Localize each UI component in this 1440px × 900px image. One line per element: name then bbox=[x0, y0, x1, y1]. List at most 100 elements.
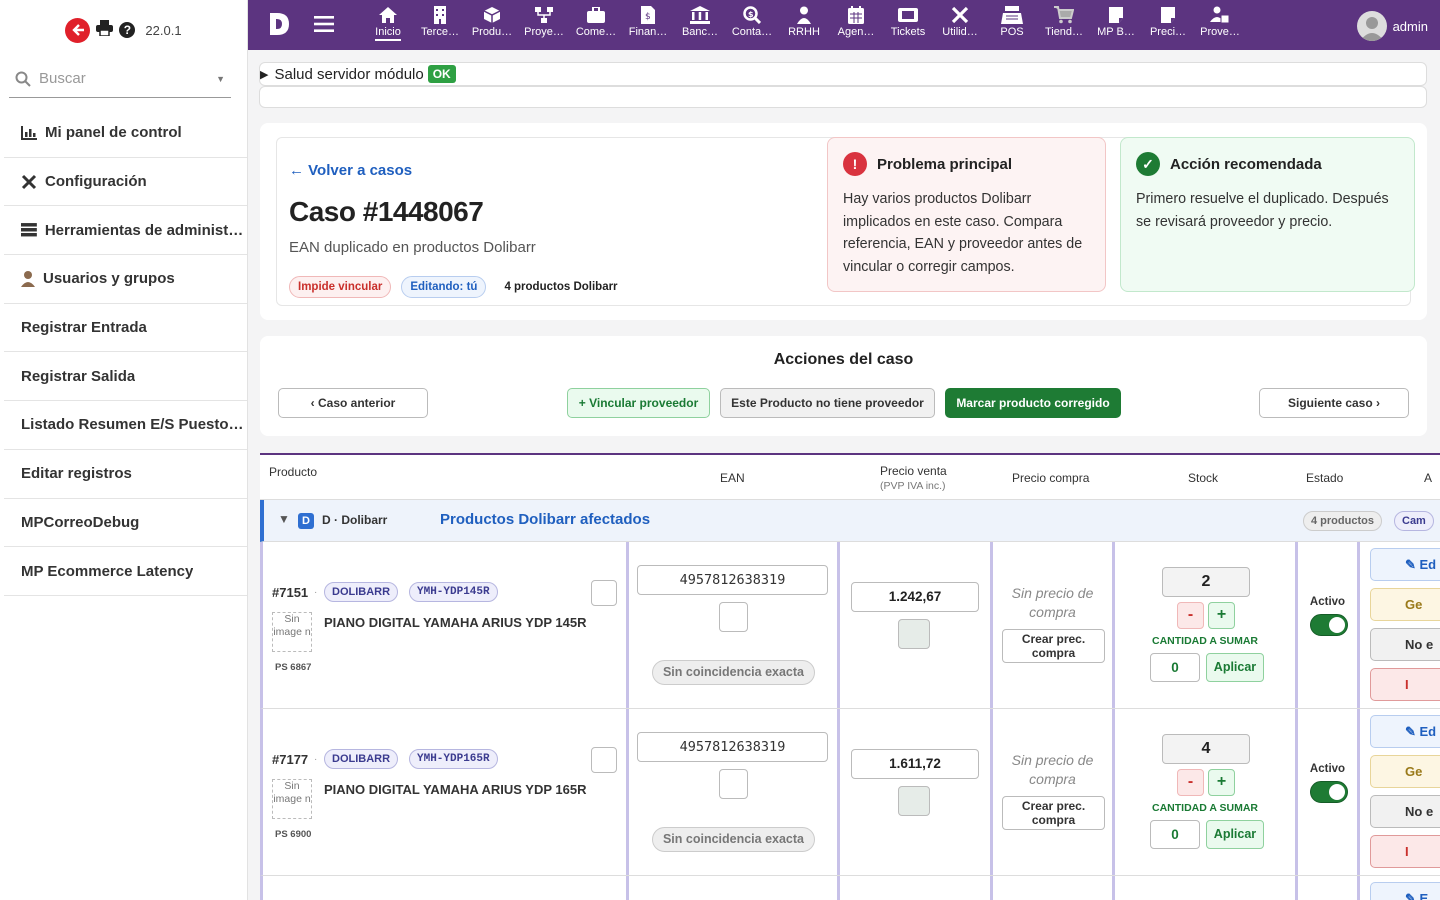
print-icon[interactable] bbox=[96, 19, 114, 41]
nav-financiera[interactable]: $ Finan… bbox=[622, 0, 674, 50]
sidebar-item-editar[interactable]: Editar registros bbox=[4, 450, 247, 499]
sidebar-item-users[interactable]: Usuarios y grupos bbox=[4, 255, 247, 304]
prev-case-button[interactable]: ‹ Caso anterior bbox=[278, 388, 428, 418]
active-toggle[interactable] bbox=[1310, 781, 1348, 803]
stock-minus-button[interactable]: - bbox=[1177, 769, 1204, 796]
copy-icon[interactable] bbox=[591, 747, 617, 773]
nav-tienda[interactable]: Tiend… bbox=[1038, 0, 1090, 50]
sidebar-item-ecommerce-latency[interactable]: MP Ecommerce Latency bbox=[4, 547, 247, 596]
stock-plus-button[interactable]: + bbox=[1208, 602, 1235, 629]
sidebar-item-admin-tools[interactable]: Herramientas de administr… bbox=[4, 206, 247, 256]
delete-button[interactable]: I bbox=[1370, 668, 1440, 701]
qty-input[interactable]: 0 bbox=[1150, 653, 1200, 682]
nav-mp-b[interactable]: MP B… bbox=[1090, 0, 1142, 50]
sale-price-input[interactable]: 1.242,67 bbox=[851, 582, 979, 612]
mark-fixed-button[interactable]: Marcar producto corregido bbox=[945, 388, 1121, 418]
expand-triangle-icon[interactable]: ▶ bbox=[260, 68, 268, 81]
product-id[interactable]: #7151 bbox=[272, 585, 308, 600]
apply-button[interactable]: Aplicar bbox=[1206, 653, 1264, 682]
stock-minus-button[interactable]: - bbox=[1177, 602, 1204, 629]
building-icon bbox=[434, 6, 446, 24]
sidebar-item-label: Editar registros bbox=[21, 465, 132, 483]
sidebar-item-dashboard[interactable]: Mi panel de control bbox=[4, 109, 247, 158]
manage-button[interactable]: Ge bbox=[1370, 755, 1440, 788]
svg-text:$: $ bbox=[748, 10, 754, 19]
cell-stock: 2 - + CANTIDAD A SUMAR 0 Aplicar bbox=[1115, 542, 1298, 708]
apply-button[interactable]: Aplicar bbox=[1206, 820, 1264, 849]
nav-proyectos[interactable]: Proye… bbox=[518, 0, 570, 50]
group-count-badge: 4 productos bbox=[1303, 511, 1382, 531]
active-toggle[interactable] bbox=[1310, 614, 1348, 636]
no-supplier-button[interactable]: Este Producto no tiene proveedor bbox=[720, 388, 935, 418]
nav-utilidades[interactable]: Utilid… bbox=[934, 0, 986, 50]
delete-button[interactable]: I bbox=[1370, 835, 1440, 868]
group-row[interactable]: ▼ D D · Dolibarr Productos Dolibarr afec… bbox=[260, 500, 1440, 542]
create-buy-price-button[interactable]: Crear prec. compra bbox=[1002, 629, 1105, 663]
nav-inicio[interactable]: Inicio bbox=[362, 0, 414, 50]
sidebar-item-label: Usuarios y grupos bbox=[43, 270, 175, 288]
col-sale-price: Precio venta bbox=[880, 464, 947, 478]
manage-button[interactable]: Ge bbox=[1370, 588, 1440, 621]
nav-proveedores[interactable]: Prove… bbox=[1194, 0, 1246, 50]
nav-label: Inicio bbox=[375, 26, 401, 41]
chevron-down-icon[interactable]: ▼ bbox=[216, 74, 225, 84]
dolibarr-logo-icon[interactable] bbox=[268, 12, 290, 41]
nav-bancos[interactable]: Banc… bbox=[674, 0, 726, 50]
no-supplier-row-button[interactable]: No e bbox=[1370, 628, 1440, 661]
help-icon[interactable]: ? bbox=[119, 22, 136, 38]
sidebar-item-entrada[interactable]: Registrar Entrada bbox=[4, 304, 247, 353]
product-count: 4 productos Dolibarr bbox=[504, 281, 618, 293]
save-price-icon[interactable] bbox=[898, 786, 930, 816]
nav-contabilidad[interactable]: $ Conta… bbox=[726, 0, 778, 50]
svg-text:$: $ bbox=[645, 12, 651, 22]
nav-precios[interactable]: Preci… bbox=[1142, 0, 1194, 50]
no-buy-price: Sin precio de compra bbox=[1011, 752, 1094, 787]
product-id[interactable]: #7177 bbox=[272, 752, 308, 767]
sidebar-item-listado[interactable]: Listado Resumen E/S Puesto … bbox=[4, 401, 247, 450]
back-to-cases-link[interactable]: ← Volver a casos bbox=[289, 162, 412, 179]
copy-icon[interactable] bbox=[591, 580, 617, 606]
nav-pos[interactable]: POS bbox=[986, 0, 1038, 50]
ean-input[interactable]: 4957812638319 bbox=[637, 732, 828, 762]
sidebar-item-config[interactable]: Configuración bbox=[4, 158, 247, 207]
user-name[interactable]: admin bbox=[1393, 19, 1428, 34]
sidebar-item-correo-debug[interactable]: MPCorreoDebug bbox=[4, 499, 247, 548]
link-supplier-button[interactable]: + Vincular proveedor bbox=[567, 388, 710, 418]
editing-badge: Editando: tú bbox=[401, 276, 487, 298]
search-input[interactable]: Buscar bbox=[39, 70, 208, 87]
edit-button[interactable]: ✎ E bbox=[1370, 882, 1440, 900]
sidebar-search[interactable]: Buscar ▼ bbox=[9, 60, 231, 98]
user-menu[interactable]: admin bbox=[1356, 11, 1428, 41]
next-case-button[interactable]: Siguiente caso › bbox=[1259, 388, 1409, 418]
nav-terceros[interactable]: Terce… bbox=[414, 0, 466, 50]
hamburger-menu-icon[interactable] bbox=[314, 15, 334, 38]
ean-action-icon[interactable] bbox=[719, 602, 748, 632]
qty-label: CANTIDAD A SUMAR bbox=[1152, 635, 1258, 647]
edit-button[interactable]: ✎ Ed bbox=[1370, 715, 1440, 748]
avatar[interactable] bbox=[1356, 11, 1387, 41]
save-price-icon[interactable] bbox=[898, 619, 930, 649]
nav-rrhh[interactable]: RRHH bbox=[778, 0, 830, 50]
ean-input[interactable]: 4957812638319 bbox=[637, 565, 828, 595]
nav-tickets[interactable]: Tickets bbox=[882, 0, 934, 50]
sale-price-input[interactable]: 1.611,72 bbox=[851, 749, 979, 779]
qty-input[interactable]: 0 bbox=[1150, 820, 1200, 849]
sidebar-item-salida[interactable]: Registrar Salida bbox=[4, 352, 247, 402]
match-badge: Sin coincidencia exacta bbox=[652, 827, 815, 852]
action-box: ✓ Acción recomendada Primero resuelve el … bbox=[1120, 137, 1415, 292]
collapse-triangle-icon[interactable]: ▼ bbox=[278, 512, 290, 526]
group-change-badge[interactable]: Cam bbox=[1394, 511, 1434, 531]
col-product: Producto bbox=[269, 465, 318, 479]
cell-stock bbox=[1115, 876, 1298, 900]
health-panel[interactable]: ▶ Salud servidor módulo OK bbox=[259, 62, 1427, 86]
create-buy-price-button[interactable]: Crear prec. compra bbox=[1002, 796, 1105, 830]
stock-plus-button[interactable]: + bbox=[1208, 769, 1235, 796]
logout-icon[interactable] bbox=[65, 17, 91, 43]
edit-button[interactable]: ✎ Ed bbox=[1370, 548, 1440, 581]
nav-agenda[interactable]: Agen… bbox=[830, 0, 882, 50]
no-supplier-row-button[interactable]: No e bbox=[1370, 795, 1440, 828]
nav-comercial[interactable]: Come… bbox=[570, 0, 622, 50]
nav-productos[interactable]: Produ… bbox=[466, 0, 518, 50]
ean-action-icon[interactable] bbox=[719, 769, 748, 799]
doc-icon bbox=[1109, 7, 1123, 23]
